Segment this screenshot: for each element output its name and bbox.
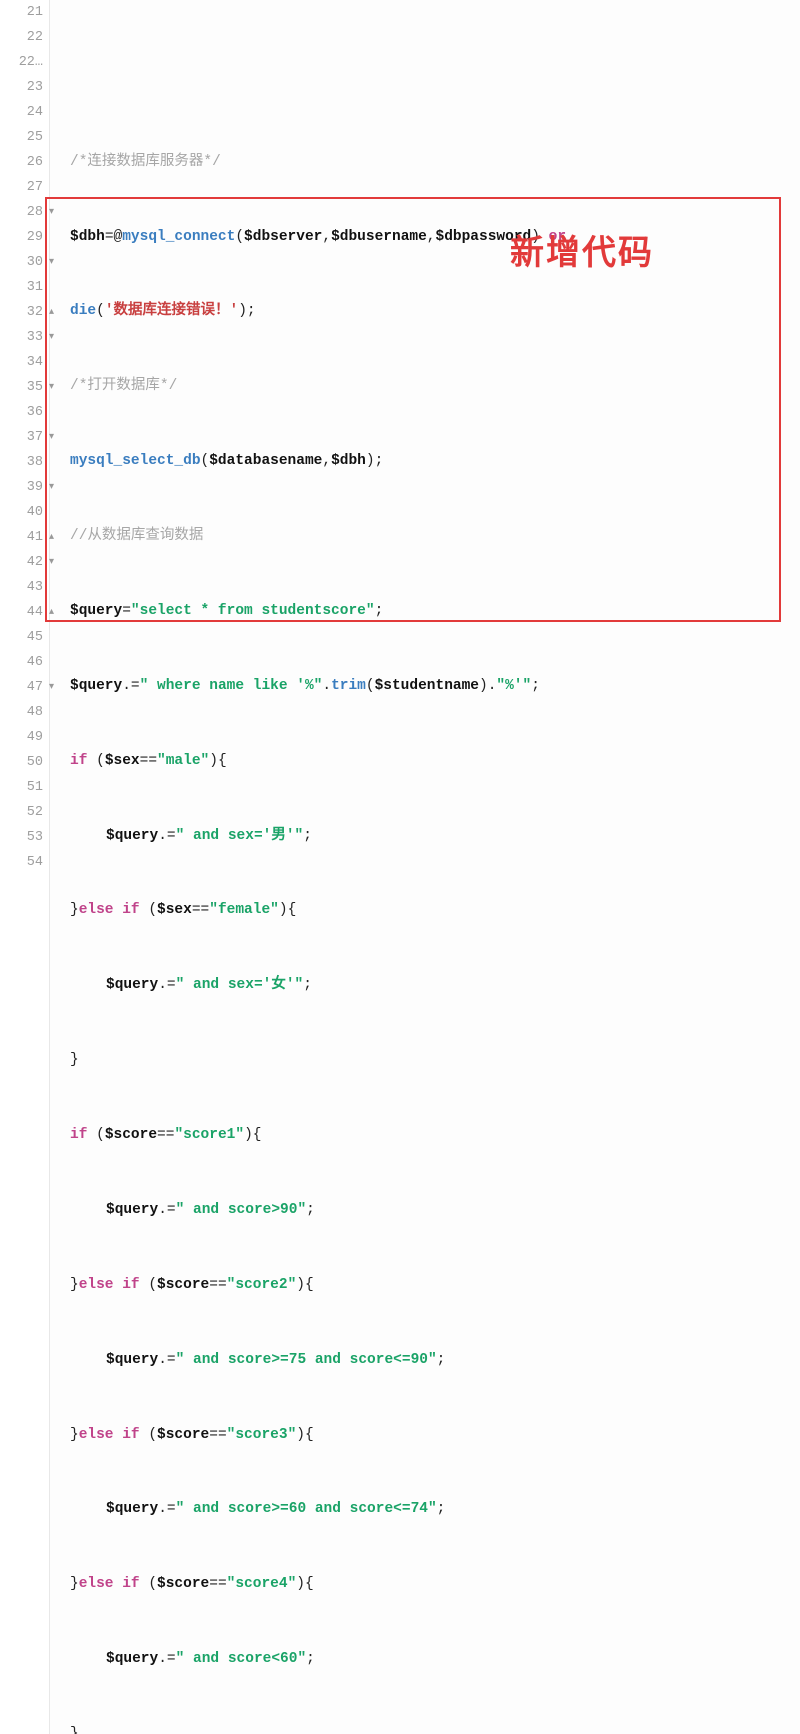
line-number: 53 (0, 825, 43, 850)
line-number: 33 (0, 325, 43, 350)
code-line: }else if ($score=="score2"){ (70, 1273, 800, 1298)
line-number-gutter: 212222…232425262728293031323334353637383… (0, 0, 50, 1734)
code-line: }else if ($sex=="female"){ (70, 898, 800, 923)
code-line: $query.=" and score>=75 and score<=90"; (70, 1348, 800, 1373)
line-number: 27 (0, 175, 43, 200)
code-line: }else if ($score=="score3"){ (70, 1423, 800, 1448)
code-line: $query.=" and score>=60 and score<=74"; (70, 1497, 800, 1522)
line-number: 22 (0, 25, 43, 50)
code-line: } (70, 1048, 800, 1073)
code-line: die('数据库连接错误！'); (70, 299, 800, 324)
code-line: if ($sex=="male"){ (70, 749, 800, 774)
code-line: $query.=" and score<60"; (70, 1647, 800, 1672)
code-line: $query.=" and sex='女'"; (70, 973, 800, 998)
code-line: $query.=" and sex='男'"; (70, 824, 800, 849)
line-number: 30 (0, 250, 43, 275)
line-number: 38 (0, 450, 43, 475)
code-line: } (70, 1722, 800, 1734)
line-number: 22… (0, 50, 43, 75)
line-number: 21 (0, 0, 43, 25)
line-number: 45 (0, 625, 43, 650)
line-number: 24 (0, 100, 43, 125)
code-line: mysql_select_db($databasename,$dbh); (70, 449, 800, 474)
line-number: 50 (0, 750, 43, 775)
code-line: if ($score=="score1"){ (70, 1123, 800, 1148)
line-number: 54 (0, 850, 43, 875)
line-number: 37 (0, 425, 43, 450)
code-area: 新增代码 /*连接数据库服务器*/ $dbh=@mysql_connect($d… (50, 0, 800, 1734)
line-number: 35 (0, 375, 43, 400)
line-number: 52 (0, 800, 43, 825)
line-number: 40 (0, 500, 43, 525)
line-number: 39 (0, 475, 43, 500)
line-number: 25 (0, 125, 43, 150)
code-line: $dbh=@mysql_connect($dbserver,$dbusernam… (70, 225, 800, 250)
line-number: 47 (0, 675, 43, 700)
line-number: 43 (0, 575, 43, 600)
line-number: 28 (0, 200, 43, 225)
line-number: 48 (0, 700, 43, 725)
code-line: $query.=" where name like '%".trim($stud… (70, 674, 800, 699)
line-number: 31 (0, 275, 43, 300)
code-line: /*打开数据库*/ (70, 374, 800, 399)
line-number: 23 (0, 75, 43, 100)
code-line: $query.=" and score>90"; (70, 1198, 800, 1223)
line-number: 26 (0, 150, 43, 175)
code-line: $query="select * from studentscore"; (70, 599, 800, 624)
code-line: //从数据库查询数据 (70, 524, 800, 549)
line-number: 44 (0, 600, 43, 625)
line-number: 41 (0, 525, 43, 550)
line-number: 49 (0, 725, 43, 750)
highlight-rectangle (45, 197, 781, 622)
line-number: 34 (0, 350, 43, 375)
line-number: 51 (0, 775, 43, 800)
line-number: 32 (0, 300, 43, 325)
line-number: 29 (0, 225, 43, 250)
code-line: /*连接数据库服务器*/ (70, 150, 800, 175)
line-number: 46 (0, 650, 43, 675)
line-number: 42 (0, 550, 43, 575)
code-line: }else if ($score=="score4"){ (70, 1572, 800, 1597)
line-number: 36 (0, 400, 43, 425)
code-editor: 212222…232425262728293031323334353637383… (0, 0, 800, 1734)
